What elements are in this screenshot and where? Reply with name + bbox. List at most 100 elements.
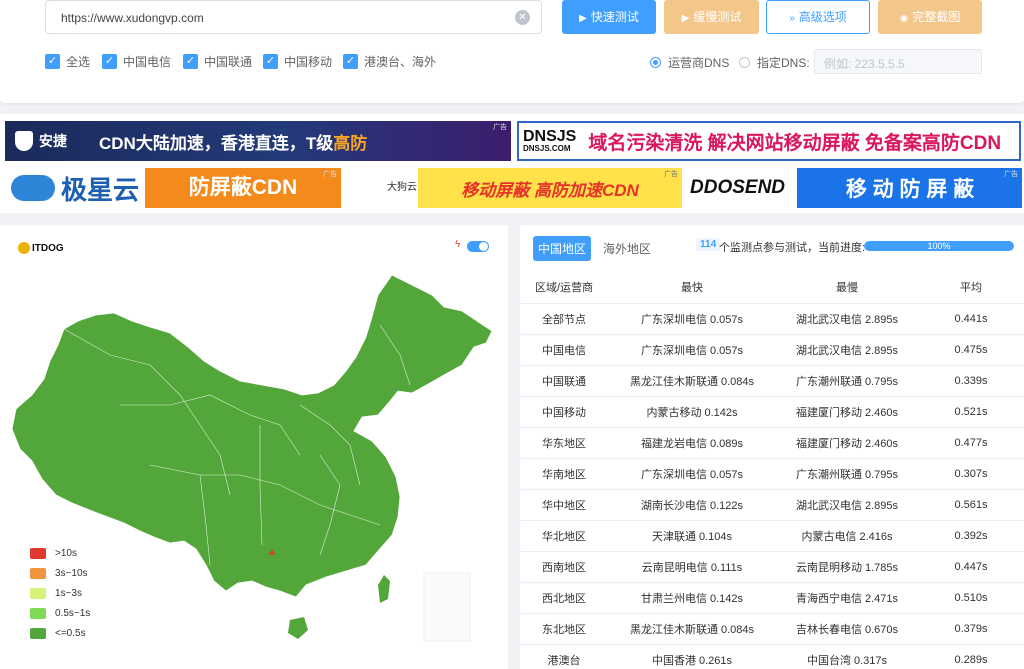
table-row: 华南地区 广东深圳电信 0.057s 广东潮州联通 0.795s 0.307s (520, 458, 1024, 490)
progress-fill: 100% (864, 241, 1014, 251)
checkbox-unicom[interactable]: ✓ 中国联通 (183, 53, 252, 70)
table-cell: 港澳台 (520, 644, 608, 669)
table-row: 西北地区 甘肃兰州电信 0.142s 青海西宁电信 2.471s 0.510s (520, 582, 1024, 614)
legend-item: 0.5s~1s (30, 603, 90, 623)
legend-swatch (30, 547, 46, 559)
screenshot-button[interactable]: ◉ 完整截图 (878, 0, 982, 34)
map-legend: >10s 3s~10s 1s~3s 0.5s~1s <=0.5s (30, 543, 90, 643)
table-cell: 中国联通 (520, 365, 608, 397)
table-row: 西南地区 云南昆明电信 0.111s 云南昆明移动 1.785s 0.447s (520, 551, 1024, 583)
advanced-options-label: 高级选项 (798, 10, 847, 24)
taiwan-region (378, 575, 390, 603)
table-cell: 广东潮州联通 0.795s (776, 365, 918, 397)
table-cell: 广东深圳电信 0.057s (608, 334, 776, 366)
legend-label: 1s~3s (55, 587, 82, 599)
progress-bar: 100% (864, 241, 1014, 251)
radio-isp-dns[interactable]: 运营商DNS (650, 54, 729, 71)
legend-item: 1s~3s (30, 583, 90, 603)
table-cell: 0.521s (918, 396, 1024, 428)
table-header-row: 区域/运营商 最快 最慢 平均 (520, 271, 1024, 304)
table-cell: 0.441s (918, 303, 1024, 335)
checkbox-mobile[interactable]: ✓ 中国移动 (263, 53, 332, 70)
ad-text: 域名污染清洗 解决网站移动屏蔽 免备案高防CDN (588, 132, 1002, 154)
legend-label: >10s (55, 547, 77, 559)
table-cell: 0.307s (918, 458, 1024, 490)
table-cell: 甘肃兰州电信 0.142s (608, 582, 776, 614)
table-cell: 华中地区 (520, 489, 608, 521)
table-cell: 全部节点 (520, 303, 608, 335)
table-cell: 0.477s (918, 427, 1024, 459)
table-cell: 中国移动 (520, 396, 608, 428)
column-header[interactable]: 最快 (608, 271, 776, 304)
test-control-panel: https://www.xudongvp.com ✕ ▶ 快速测试 ▶ 缓慢测试 »… (0, 0, 1024, 103)
legend-label: 3s~10s (55, 567, 88, 579)
ad-banner-anjie[interactable]: 安捷 CDN大陆加速，香港直连，T级 高防 广告 (5, 121, 511, 161)
table-cell: 青海西宁电信 2.471s (776, 582, 918, 614)
table-cell: 0.379s (918, 613, 1024, 645)
table-body: 全部节点 广东深圳电信 0.057s 湖北武汉电信 2.895s 0.441s 中国电信… (520, 303, 1024, 669)
column-header[interactable]: 最慢 (776, 271, 918, 304)
table-row: 中国联通 黑龙江佳木斯联通 0.084s 广东潮州联通 0.795s 0.339s (520, 365, 1024, 397)
advanced-options-button[interactable]: » 高级选项 (766, 0, 870, 34)
ad-sub: DNSJS.COM (523, 144, 571, 153)
dns-input[interactable]: 例如: 223.5.5.5 (814, 49, 982, 74)
ad-highlight: 高防 (333, 133, 368, 153)
url-input[interactable]: https://www.xudongvp.com ✕ (45, 0, 542, 34)
table-cell: 0.475s (918, 334, 1024, 366)
check-icon: ✓ (45, 54, 60, 69)
table-cell: 广东深圳电信 0.057s (608, 303, 776, 335)
radio-label: 运营商DNS (668, 56, 730, 70)
slow-test-label: 缓慢测试 (693, 10, 742, 24)
clear-icon[interactable]: ✕ (515, 10, 530, 25)
legend-swatch (30, 567, 46, 579)
legend-item: <=0.5s (30, 623, 90, 643)
table-cell: 西北地区 (520, 582, 608, 614)
legend-label: 0.5s~1s (55, 607, 91, 619)
radio-dot-selected (650, 57, 661, 68)
ad-text: 防屏蔽CDN (145, 168, 341, 208)
legend-item: >10s (30, 543, 90, 563)
tab-china[interactable]: 中国地区 (533, 236, 592, 261)
ad-banner-dagouyun[interactable]: 大狗云 移动屏蔽 高防加速CDN 广告 (346, 168, 682, 208)
ad-banner-jixingyun[interactable]: 极星云 防屏蔽CDN 广告 (5, 168, 341, 208)
checkbox-label: 中国电信 (123, 55, 172, 69)
table-row: 全部节点 广东深圳电信 0.057s 湖北武汉电信 2.895s 0.441s (520, 303, 1024, 335)
checkbox-telecom[interactable]: ✓ 中国电信 (102, 53, 171, 70)
checkbox-overseas[interactable]: ✓ 港澳台、海外 (343, 53, 436, 70)
ad-banner-dnsjs[interactable]: DNSJS DNSJS.COM 域名污染清洗 解决网站移动屏蔽 免备案高防CDN (517, 121, 1021, 161)
region-tabs: 中国地区 海外地区 (533, 236, 663, 261)
table-cell: 内蒙古电信 2.416s (776, 520, 918, 552)
ad-brand: 安捷 (39, 133, 67, 149)
ad-banner-ddosend[interactable]: DDOSEND 移 动 防 屏 蔽 广告 (686, 168, 1022, 208)
column-header[interactable]: 平均 (918, 271, 1024, 304)
ad-tag: 广告 (493, 124, 507, 131)
table-cell: 中国香港 0.261s (608, 644, 776, 669)
radio-label: 指定DNS: (757, 56, 810, 70)
table-cell: 湖北武汉电信 2.895s (776, 334, 918, 366)
shield-icon (15, 131, 33, 151)
table-cell: 福建厦门移动 2.460s (776, 427, 918, 459)
table-row: 华东地区 福建龙岩电信 0.089s 福建厦门移动 2.460s 0.477s (520, 427, 1024, 459)
table-cell: 广东潮州联通 0.795s (776, 458, 918, 490)
column-header[interactable]: 区域/运营商 (520, 271, 608, 304)
check-icon: ✓ (343, 54, 358, 69)
checkbox-select-all[interactable]: ✓ 全选 (45, 53, 90, 70)
slow-test-button[interactable]: ▶ 缓慢测试 (664, 0, 759, 34)
table-cell: 福建龙岩电信 0.089s (608, 427, 776, 459)
table-cell: 云南昆明移动 1.785s (776, 551, 918, 583)
table-cell: 黑龙江佳木斯联通 0.084s (608, 365, 776, 397)
ad-tag: 广告 (323, 171, 337, 178)
ad-brand: DDOSEND (690, 177, 786, 198)
camera-icon: ◉ (899, 13, 909, 24)
checkbox-label: 港澳台、海外 (364, 55, 437, 69)
screenshot-label: 完整截图 (912, 10, 961, 24)
fast-test-button[interactable]: ▶ 快速测试 (562, 0, 656, 34)
double-chevron-down-icon: » (789, 13, 795, 24)
dog-logo-icon (346, 168, 386, 208)
table-cell: 华南地区 (520, 458, 608, 490)
table-cell: 中国台湾 0.317s (776, 644, 918, 669)
table-cell: 0.561s (918, 489, 1024, 521)
radio-custom-dns[interactable]: 指定DNS: (739, 54, 810, 71)
table-cell: 华北地区 (520, 520, 608, 552)
tab-overseas[interactable]: 海外地区 (598, 236, 656, 261)
